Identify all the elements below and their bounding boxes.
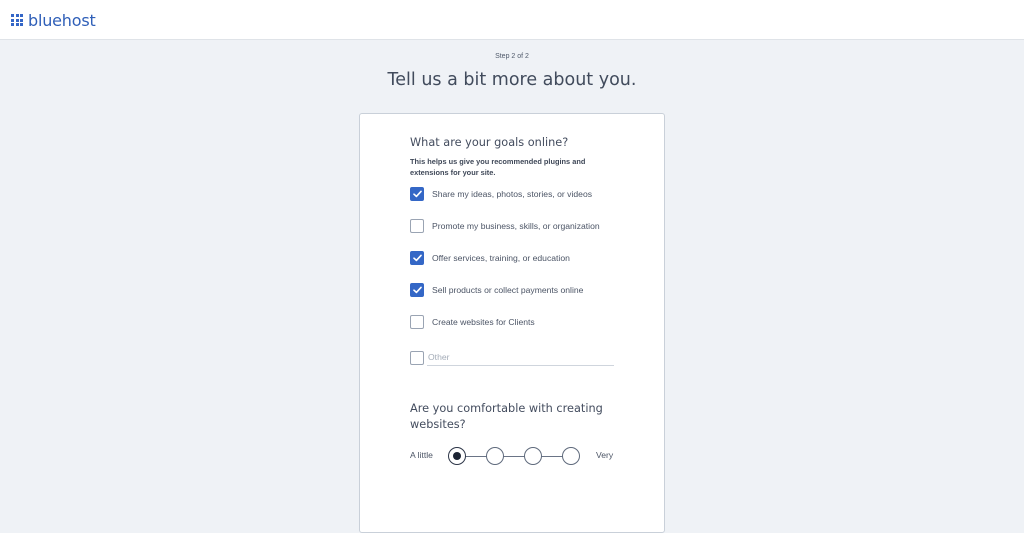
goal-option-label: Offer services, training, or education	[432, 253, 570, 263]
grid-logo-icon	[11, 14, 23, 26]
comfort-level-3[interactable]	[524, 447, 542, 465]
goal-option-promote[interactable]: Promote my business, skills, or organiza…	[410, 219, 600, 233]
other-goal-input[interactable]	[427, 350, 614, 366]
top-bar: bluehost	[0, 0, 1024, 40]
goal-option-label: Sell products or collect payments online	[432, 285, 584, 295]
checkbox[interactable]	[410, 315, 424, 329]
scale-min-label: A little	[410, 450, 433, 460]
goal-option-services[interactable]: Offer services, training, or education	[410, 251, 570, 265]
checkmark-icon	[412, 254, 422, 262]
other-checkbox[interactable]	[410, 351, 424, 365]
comfort-level-2[interactable]	[486, 447, 504, 465]
brand-name: bluehost	[28, 10, 96, 30]
goal-option-label: Create websites for Clients	[432, 317, 535, 327]
goal-option-clients[interactable]: Create websites for Clients	[410, 315, 535, 329]
goals-help-text: This helps us give you recommended plugi…	[410, 157, 586, 177]
scale-track	[454, 455, 569, 457]
checkbox[interactable]	[410, 187, 424, 201]
goal-option-sell[interactable]: Sell products or collect payments online	[410, 283, 583, 297]
step-indicator: Step 2 of 2	[495, 53, 529, 60]
checkmark-icon	[412, 286, 422, 294]
checkbox[interactable]	[410, 283, 424, 297]
checkmark-icon	[412, 190, 422, 198]
checkbox[interactable]	[410, 251, 424, 265]
goal-option-share[interactable]: Share my ideas, photos, stories, or vide…	[410, 187, 592, 201]
goal-option-label: Share my ideas, photos, stories, or vide…	[432, 189, 593, 199]
questionnaire-card: What are your goals online? This helps u…	[359, 113, 665, 533]
scale-max-label: Very	[596, 450, 614, 460]
goal-option-label: Promote my business, skills, or organiza…	[432, 221, 600, 231]
goal-option-other[interactable]	[410, 351, 424, 365]
bluehost-logo[interactable]: bluehost	[11, 10, 96, 30]
goals-question-title: What are your goals online?	[410, 136, 569, 149]
comfort-level-1[interactable]	[448, 447, 466, 465]
comfort-question-title: Are you comfortable with creating websit…	[410, 402, 603, 431]
checkbox[interactable]	[410, 219, 424, 233]
comfort-level-4[interactable]	[562, 447, 580, 465]
comfort-scale: A little Very	[410, 446, 616, 466]
page-title: Tell us a bit more about you.	[387, 70, 637, 90]
